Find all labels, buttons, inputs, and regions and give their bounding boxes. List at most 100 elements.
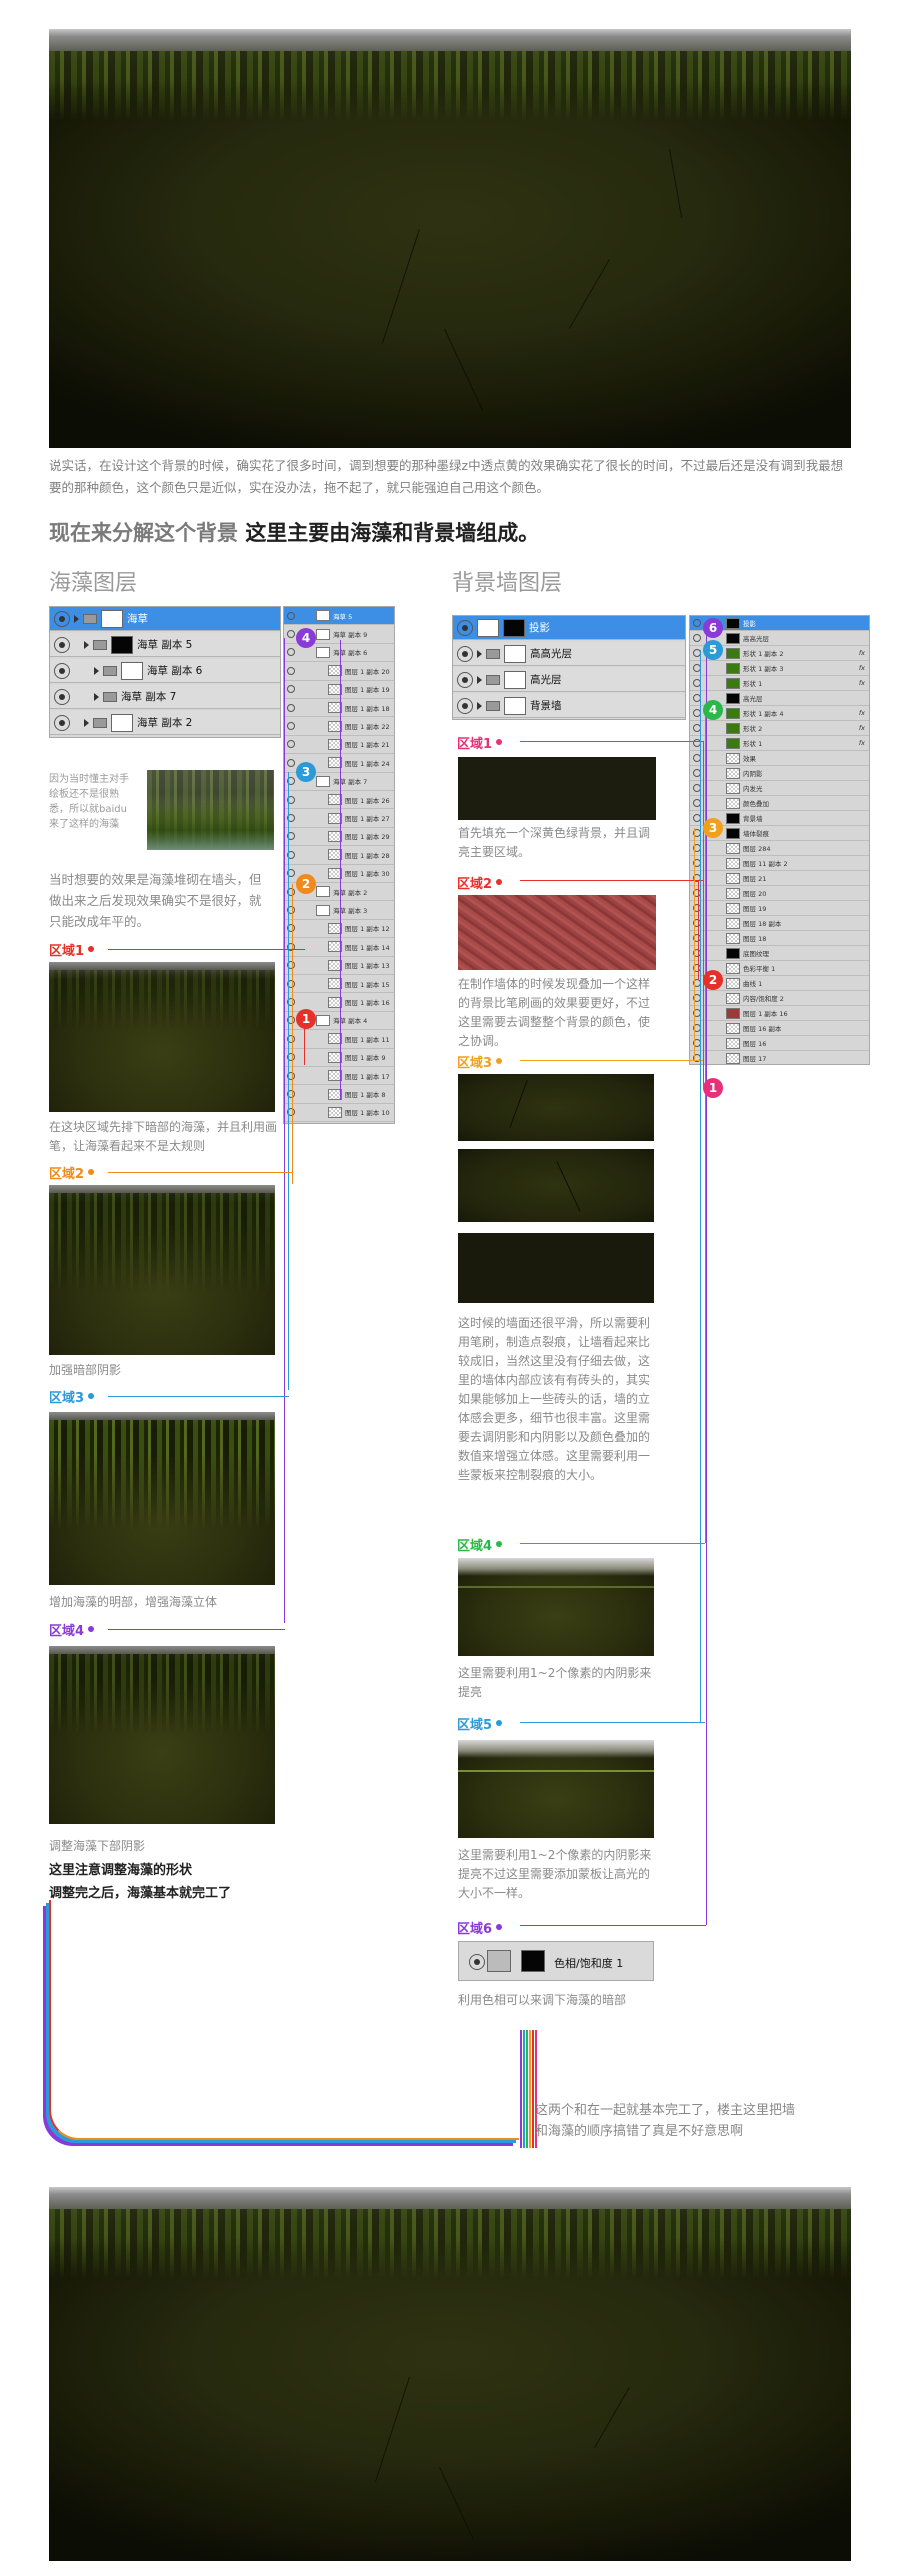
final-result-image: [49, 2187, 851, 2561]
layer-row[interactable]: 图层 1 副本 15: [284, 975, 394, 994]
layer-row[interactable]: 图层 1 副本 16: [690, 1006, 869, 1021]
layer-row[interactable]: 海草: [50, 607, 280, 631]
chevron-right-icon[interactable]: [477, 675, 482, 684]
layer-row[interactable]: 海草 副本 2: [50, 711, 280, 735]
layer-row[interactable]: 图层 1 副本 12: [284, 919, 394, 939]
layer-row[interactable]: 高高光层: [453, 642, 685, 666]
layer-row[interactable]: 图层 1 副本 22: [284, 717, 394, 736]
fx-icon[interactable]: fx: [859, 679, 865, 687]
layer-row[interactable]: 高光层: [453, 668, 685, 692]
layer-row[interactable]: 内发光: [690, 781, 869, 796]
layer-row[interactable]: 图层 21: [690, 871, 869, 886]
fx-icon[interactable]: fx: [859, 664, 865, 672]
eye-icon[interactable]: [457, 697, 473, 714]
wall-region-label-4: 区域4: [457, 1535, 503, 1554]
layer-row[interactable]: 图层 1 副本 29: [284, 827, 394, 847]
layer-row[interactable]: 投影: [453, 616, 685, 640]
layer-row[interactable]: 图层 18 副本: [690, 916, 869, 931]
layer-row[interactable]: 图层 17: [690, 1051, 869, 1064]
layer-row[interactable]: 图层 1 副本 10: [284, 1103, 394, 1123]
layer-row[interactable]: 形状 2 fx: [690, 721, 869, 736]
eye-icon[interactable]: [457, 645, 473, 662]
connector-line-1h: [108, 949, 305, 950]
layer-row[interactable]: 图层 16: [690, 1036, 869, 1051]
layer-row[interactable]: 图层 16 副本: [690, 1021, 869, 1036]
layer-row[interactable]: 图层 1 副本 9: [284, 1048, 394, 1067]
layer-row[interactable]: 图层 11 副本 2: [690, 856, 869, 871]
chevron-right-icon[interactable]: [477, 701, 482, 710]
eye-icon[interactable]: [287, 611, 295, 620]
chevron-right-icon[interactable]: [84, 718, 89, 727]
eye-icon[interactable]: [693, 634, 701, 642]
layer-row[interactable]: 图层 1 副本 28: [284, 846, 394, 865]
layer-row[interactable]: 海草 副本 3: [284, 901, 394, 920]
chevron-right-icon[interactable]: [477, 649, 482, 658]
layer-row[interactable]: 底图纹理: [690, 946, 869, 961]
layer-row[interactable]: 颜色叠加: [690, 796, 869, 811]
layer-row[interactable]: 效果: [690, 751, 869, 766]
layer-row[interactable]: 图层 1 副本 8: [284, 1085, 394, 1104]
layer-mask-thumbnail: [521, 1950, 545, 1972]
layer-name: 内容/饱和度 2: [743, 995, 784, 1003]
chevron-right-icon[interactable]: [94, 692, 99, 701]
layer-row[interactable]: 图层 1 副本 20: [284, 662, 394, 681]
layer-row[interactable]: 背景墙: [453, 694, 685, 718]
layer-row[interactable]: 海草 副本 6: [50, 659, 280, 683]
layer-row[interactable]: 图层 18: [690, 931, 869, 946]
eye-icon[interactable]: [54, 714, 70, 731]
connector-line-4h: [108, 1629, 285, 1630]
layer-row[interactable]: 形状 1 副本 3 fx: [690, 661, 869, 676]
eye-icon[interactable]: [287, 630, 295, 639]
layer-thumbnail: [726, 872, 740, 884]
layer-row[interactable]: 图层 284: [690, 841, 869, 856]
wall-region-label-2: 区域2: [457, 873, 503, 892]
layer-row[interactable]: 图层 20: [690, 886, 869, 901]
layer-row[interactable]: 图层 1 副本 19: [284, 680, 394, 699]
eye-icon[interactable]: [54, 688, 70, 705]
fx-icon[interactable]: fx: [859, 724, 865, 732]
layer-thumbnail: [726, 677, 740, 689]
layer-row[interactable]: 图层 1 副本 16: [284, 993, 394, 1012]
eye-icon[interactable]: [457, 671, 473, 688]
eye-icon[interactable]: [287, 685, 295, 694]
eye-icon[interactable]: [287, 648, 295, 657]
layer-row[interactable]: 内阴影: [690, 766, 869, 781]
layer-row[interactable]: 内容/饱和度 2: [690, 991, 869, 1006]
layer-row[interactable]: 图层 1 副本 26: [284, 791, 394, 810]
layer-row[interactable]: 图层 19: [690, 901, 869, 916]
fx-icon[interactable]: fx: [859, 649, 865, 657]
eye-icon[interactable]: [693, 619, 701, 627]
wall-connector-2v: [698, 880, 699, 980]
headline-lead: 现在来分解这个背景: [49, 521, 238, 545]
layer-row[interactable]: 图层 1 副本 27: [284, 809, 394, 828]
eye-icon[interactable]: [287, 666, 295, 675]
layer-thumbnail: [726, 947, 740, 959]
layer-row[interactable]: 海草 副本 7: [50, 685, 280, 709]
chevron-right-icon[interactable]: [94, 666, 99, 675]
eye-icon[interactable]: [54, 662, 70, 679]
eye-icon[interactable]: [457, 619, 473, 636]
layer-row[interactable]: 图层 1 副本 17: [284, 1067, 394, 1086]
layer-row[interactable]: 海草 副本 5: [50, 633, 280, 657]
layer-row[interactable]: 形状 1 fx: [690, 736, 869, 751]
layer-row[interactable]: 形状 1 fx: [690, 676, 869, 691]
layer-row[interactable]: 图层 1 副本 18: [284, 699, 394, 718]
chevron-down-icon[interactable]: [74, 614, 79, 623]
eye-icon[interactable]: [54, 610, 70, 627]
eye-icon[interactable]: [54, 636, 70, 653]
wall-region-3-image-c: [458, 1233, 654, 1303]
layer-row[interactable]: 图层 1 副本 21: [284, 735, 394, 755]
chevron-down-icon[interactable]: [84, 640, 89, 649]
eye-icon[interactable]: [287, 740, 295, 749]
eye-icon[interactable]: [287, 758, 295, 767]
layer-row[interactable]: 图层 1 副本 14: [284, 938, 394, 957]
wall-layer-panel: 投影 高高光层 高光层 背景墙: [452, 615, 686, 720]
fx-icon[interactable]: fx: [859, 709, 865, 717]
layer-row[interactable]: 图层 1 副本 11: [284, 1030, 394, 1049]
layer-row[interactable]: 图层 1 副本 13: [284, 956, 394, 975]
fx-icon[interactable]: fx: [859, 739, 865, 747]
layer-row[interactable]: 海草 5: [284, 607, 394, 626]
layer-name: 形状 1: [743, 740, 763, 748]
eye-icon[interactable]: [287, 703, 295, 712]
eye-icon[interactable]: [287, 722, 295, 731]
